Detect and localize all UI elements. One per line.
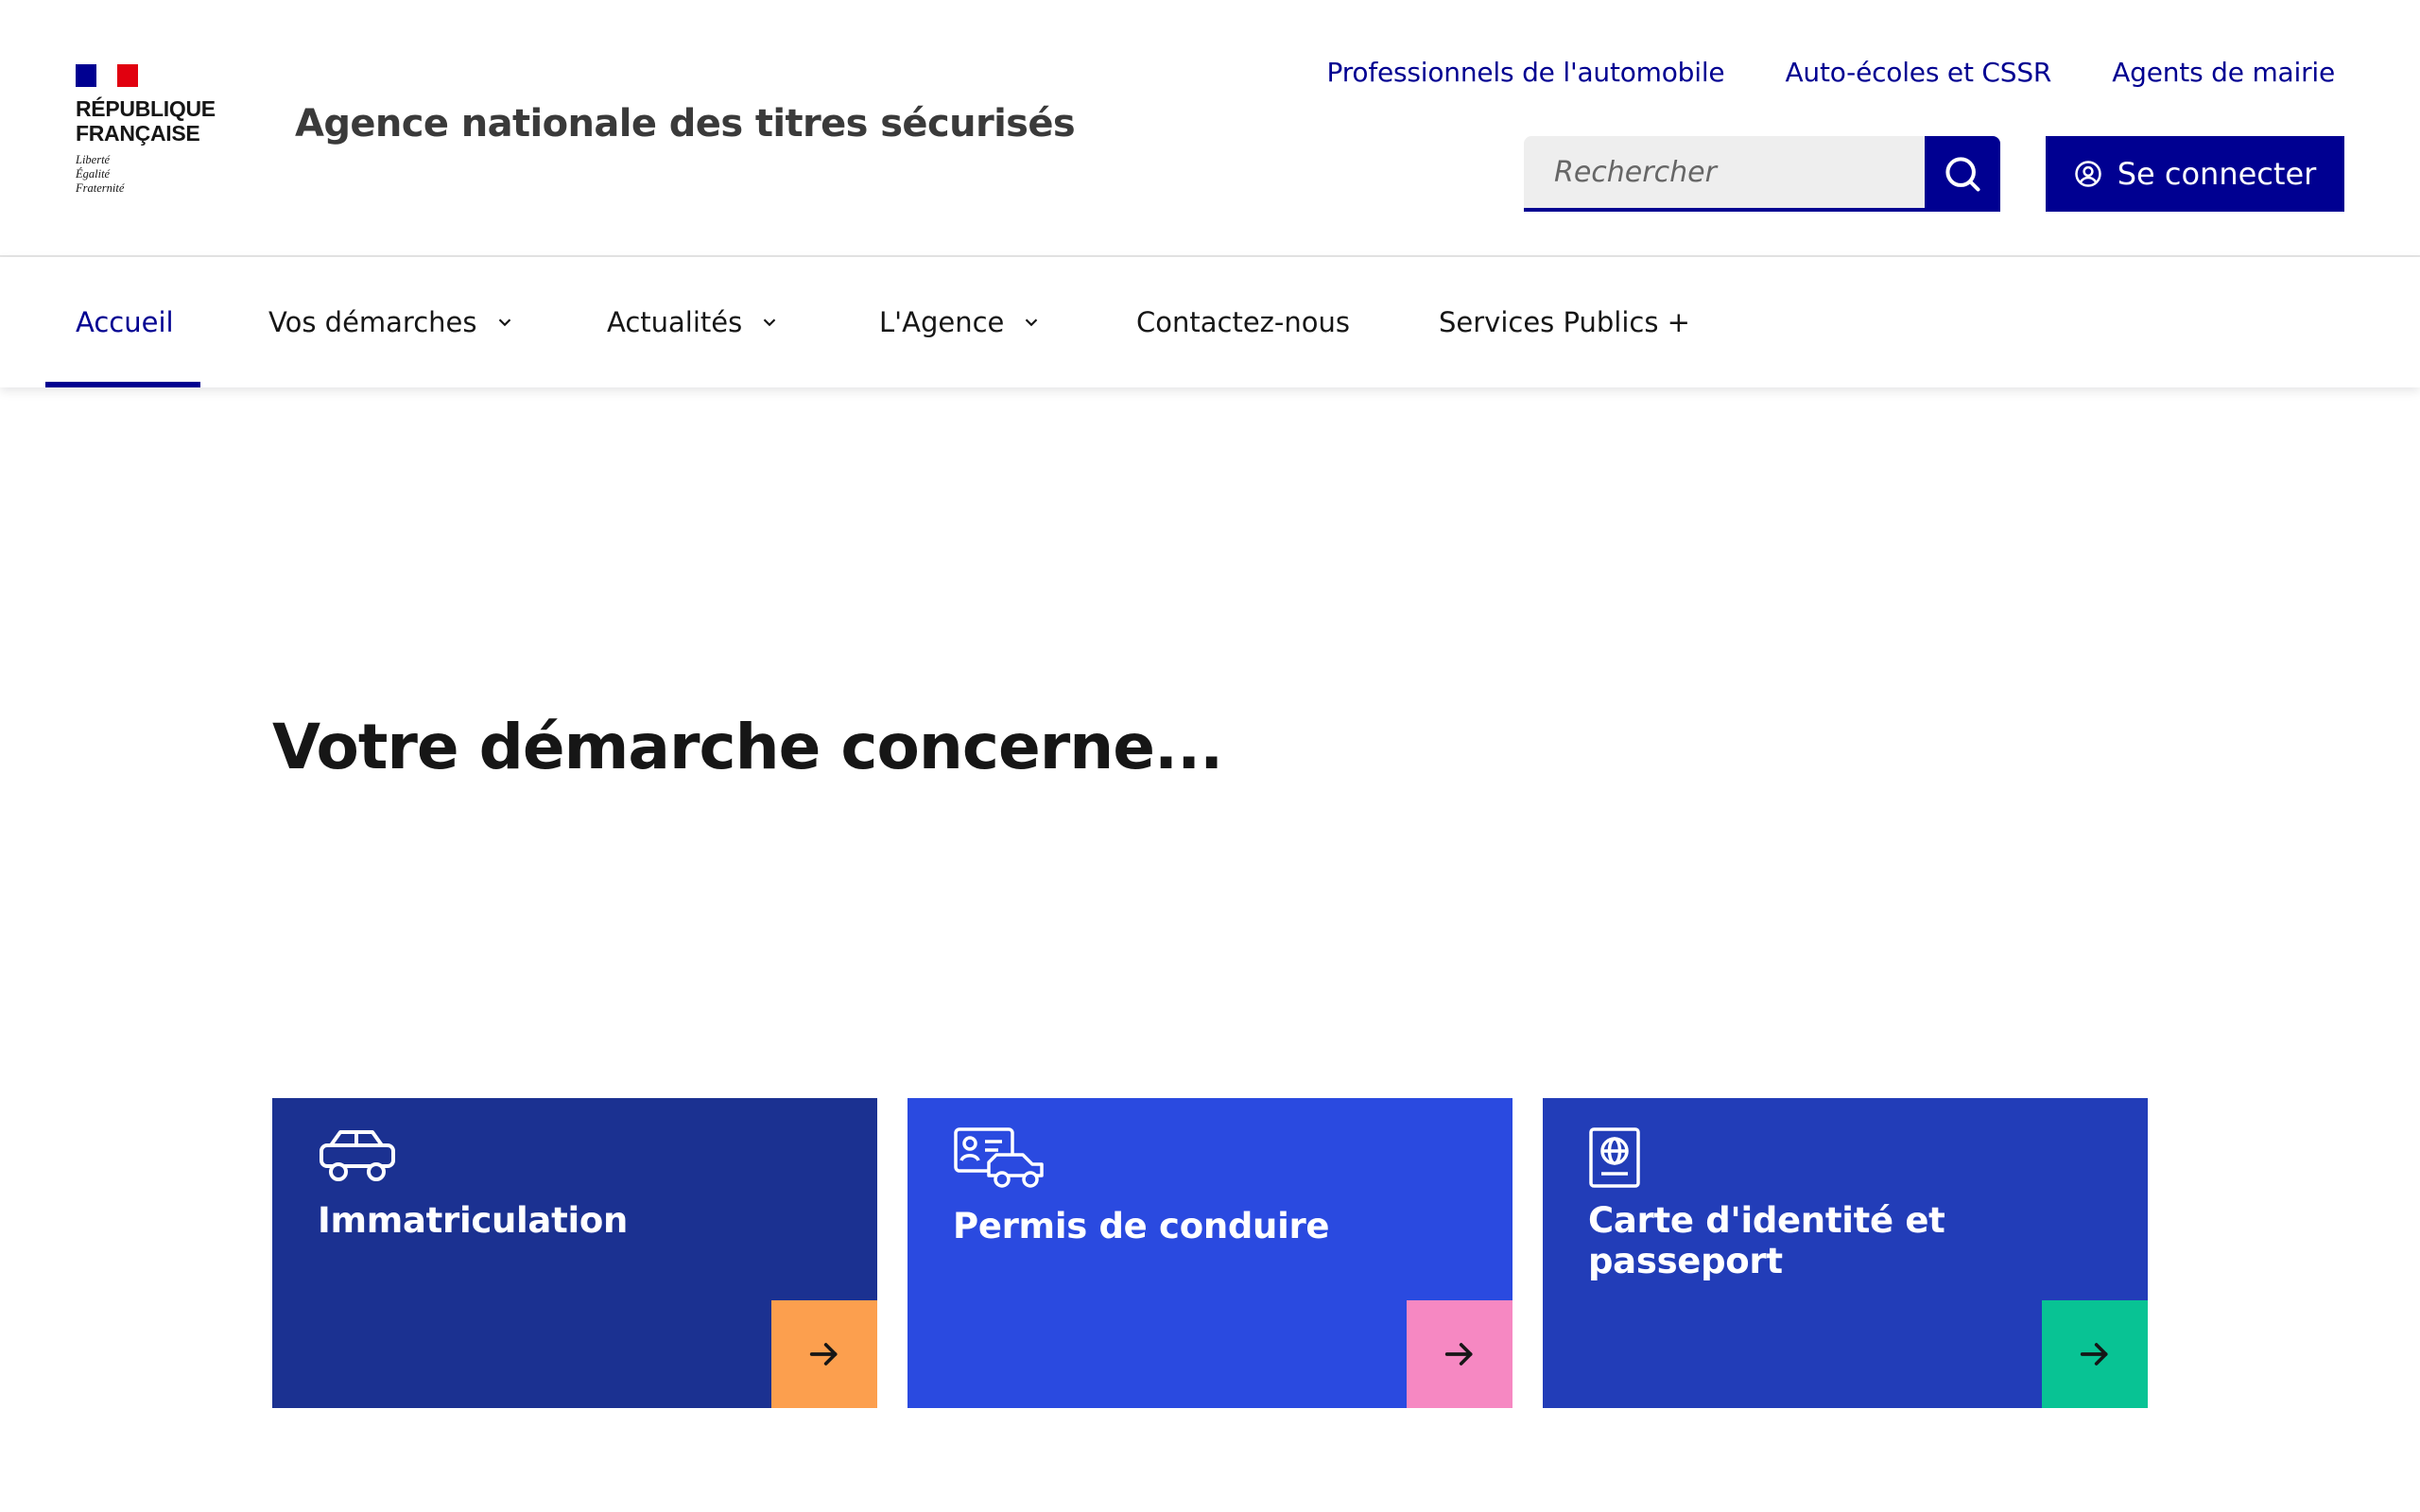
link-agents-mairie[interactable]: Agents de mairie [2112,57,2335,88]
service-title[interactable]: Agence nationale des titres sécurisés [295,102,1076,146]
nav-item-contactez-nous[interactable]: Contactez-nous [1136,257,1350,387]
main-navigation: Accueil Vos démarches Actualités L'Agenc… [0,257,2420,387]
arrow-right-icon [1444,1343,1473,1366]
link-professionnels-automobile[interactable]: Professionnels de l'automobile [1327,57,1725,88]
nav-item-services-publics-plus[interactable]: Services Publics + [1439,257,1690,387]
nav-item-agence[interactable]: L'Agence [879,257,1042,387]
republique-francaise-logo[interactable]: RÉPUBLIQUE FRANÇAISE Liberté Égalité Fra… [76,64,216,196]
tile-title: Permis de conduire [953,1206,1330,1246]
nav-item-vos-demarches[interactable]: Vos démarches [268,257,515,387]
chevron-down-icon [498,318,510,327]
republic-name-line-1: RÉPUBLIQUE [76,96,216,121]
search-button[interactable] [1925,136,2000,212]
driving-license-icon [954,1127,1044,1188]
passport-icon [1589,1127,1640,1188]
search-icon [1945,157,1980,192]
tile-permis-de-conduire[interactable]: Permis de conduire [908,1098,1512,1408]
republic-name: RÉPUBLIQUE FRANÇAISE [76,96,216,146]
header-quick-links: Professionnels de l'automobile Auto-écol… [1327,57,2336,88]
motto-egalite: Égalité [76,167,111,180]
page-heading: Votre démarche concerne... [272,711,1223,783]
tile-title: Carte d'identité et passeport [1588,1200,1945,1281]
motto-liberte: Liberté [76,153,111,166]
search-input[interactable] [1524,136,1925,212]
tile-title: Immatriculation [318,1200,629,1241]
tile-arrow-button[interactable] [1407,1300,1512,1408]
tile-carte-identite-passeport[interactable]: Carte d'identité et passeport [1543,1098,2148,1408]
login-button[interactable]: Se connecter [2046,136,2344,212]
nav-label: Actualités [607,306,743,338]
arrow-right-icon [809,1343,838,1366]
tile-arrow-button[interactable] [771,1300,877,1408]
tile-arrow-button[interactable] [2042,1300,2148,1408]
french-flag-icon [76,64,138,87]
chevron-down-icon [1026,318,1038,327]
active-nav-indicator [45,382,200,387]
nav-label: Accueil [76,306,174,338]
chevron-down-icon [763,318,776,327]
nav-item-actualites[interactable]: Actualités [607,257,780,387]
tile-immatriculation[interactable]: Immatriculation [272,1098,877,1408]
republic-name-line-2: FRANÇAISE [76,121,200,146]
search-bar [1524,136,2000,212]
login-label: Se connecter [2117,156,2317,192]
motto-fraternite: Fraternité [76,181,125,195]
link-auto-ecoles[interactable]: Auto-écoles et CSSR [1785,57,2051,88]
user-circle-icon [2074,161,2101,187]
nav-label: L'Agence [879,306,1005,338]
car-icon [320,1130,395,1181]
nav-item-accueil[interactable]: Accueil [76,257,174,387]
site-header: RÉPUBLIQUE FRANÇAISE Liberté Égalité Fra… [0,0,2420,257]
nav-label: Services Publics + [1439,306,1690,338]
nav-label: Contactez-nous [1136,306,1350,338]
arrow-right-icon [2080,1343,2108,1366]
nav-label: Vos démarches [268,306,477,338]
republic-motto: Liberté Égalité Fraternité [76,153,216,196]
